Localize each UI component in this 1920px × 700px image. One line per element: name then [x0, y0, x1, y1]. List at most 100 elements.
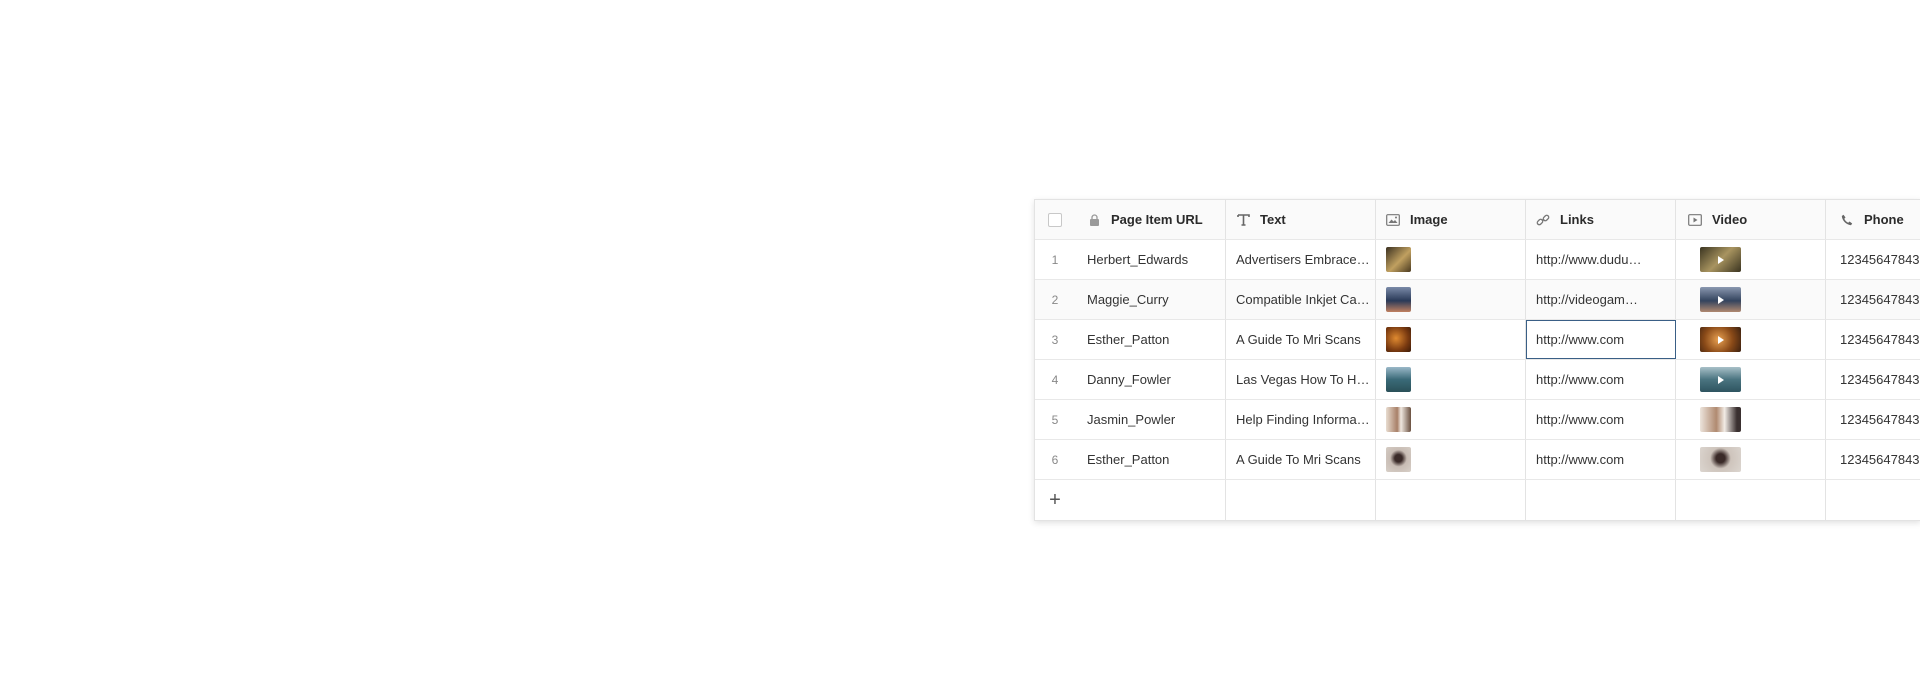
phone-value: 12345647843 [1840, 252, 1920, 267]
phone-cell[interactable]: 12345647843 [1826, 440, 1920, 479]
phone-value: 12345647843 [1840, 372, 1920, 387]
table-row[interactable]: 1 Herbert_Edwards Advertisers Embrace Ri… [1035, 240, 1920, 280]
video-icon [1688, 213, 1702, 227]
text-cell[interactable]: Las Vegas How To Have Fun [1226, 360, 1376, 399]
url-cell[interactable]: Herbert_Edwards [1075, 240, 1226, 279]
video-cell[interactable] [1676, 280, 1826, 319]
table-row[interactable]: 2 Maggie_Curry Compatible Inkjet Cartrid… [1035, 280, 1920, 320]
empty-cell [1526, 480, 1676, 520]
video-thumbnail[interactable] [1700, 327, 1741, 352]
text-cell[interactable]: Help Finding Information Online [1226, 400, 1376, 439]
phone-value: 12345647843 [1840, 332, 1920, 347]
column-label: Page Item URL [1111, 212, 1203, 227]
empty-cell [1226, 480, 1376, 520]
video-thumbnail[interactable] [1700, 367, 1741, 392]
add-row-button[interactable]: + [1035, 480, 1075, 520]
url-value: Esther_Patton [1087, 452, 1170, 467]
link-value: http://www.com [1536, 332, 1625, 347]
text-value: Las Vegas How To Have Fun [1236, 372, 1372, 387]
link-cell[interactable]: http://www.com [1526, 360, 1676, 399]
row-index: 3 [1051, 332, 1059, 347]
image-cell[interactable] [1376, 280, 1526, 319]
add-row[interactable]: + [1035, 480, 1920, 520]
image-cell[interactable] [1376, 320, 1526, 359]
empty-cell [1676, 480, 1826, 520]
text-cell[interactable]: Advertisers Embrace Rich Media Online [1226, 240, 1376, 279]
phone-cell[interactable]: 12345647843 [1826, 280, 1920, 319]
url-cell[interactable]: Esther_Patton [1075, 320, 1226, 359]
plus-icon[interactable]: + [1049, 489, 1061, 512]
url-value: Danny_Fowler [1087, 372, 1171, 387]
column-header-text[interactable]: Text [1226, 200, 1376, 239]
phone-cell[interactable]: 12345647843 [1826, 240, 1920, 279]
image-cell[interactable] [1376, 240, 1526, 279]
link-value: http://www.com [1536, 452, 1625, 467]
select-all-cell[interactable] [1035, 200, 1075, 239]
image-thumbnail[interactable] [1386, 327, 1411, 352]
row-index: 6 [1051, 452, 1059, 467]
phone-value: 12345647843 [1840, 412, 1920, 427]
row-index: 4 [1051, 372, 1059, 387]
phone-cell[interactable]: 12345647843 [1826, 360, 1920, 399]
play-icon [1717, 335, 1724, 344]
column-header-image[interactable]: Image [1376, 200, 1526, 239]
table-row[interactable]: 5 Jasmin_Powler Help Finding Information… [1035, 400, 1920, 440]
video-cell[interactable] [1676, 240, 1826, 279]
text-value: Advertisers Embrace Rich Media Online [1236, 252, 1372, 267]
column-label: Links [1560, 212, 1594, 227]
link-cell[interactable]: http://www.dudumenus.com [1526, 240, 1676, 279]
link-cell[interactable]: http://videogames.com [1526, 280, 1676, 319]
link-cell-selected[interactable]: http://www.com [1526, 320, 1676, 359]
play-icon [1717, 375, 1724, 384]
video-cell[interactable] [1676, 320, 1826, 359]
video-thumbnail[interactable] [1700, 407, 1741, 432]
image-thumbnail[interactable] [1386, 407, 1411, 432]
video-thumbnail[interactable] [1700, 447, 1741, 472]
phone-cell[interactable]: 12345647843 [1826, 320, 1920, 359]
table-row[interactable]: 6 Esther_Patton A Guide To Mri Scans htt… [1035, 440, 1920, 480]
url-cell[interactable]: Jasmin_Powler [1075, 400, 1226, 439]
link-cell[interactable]: http://www.com [1526, 400, 1676, 439]
text-value: Compatible Inkjet Cartridge [1236, 292, 1372, 307]
link-value: http://videogames.com [1536, 292, 1644, 307]
image-thumbnail[interactable] [1386, 247, 1411, 272]
url-cell[interactable]: Danny_Fowler [1075, 360, 1226, 399]
video-thumbnail[interactable] [1700, 247, 1741, 272]
image-thumbnail[interactable] [1386, 447, 1411, 472]
image-thumbnail[interactable] [1386, 367, 1411, 392]
url-value: Maggie_Curry [1087, 292, 1169, 307]
image-cell[interactable] [1376, 360, 1526, 399]
link-value: http://www.dudumenus.com [1536, 252, 1644, 267]
image-thumbnail[interactable] [1386, 287, 1411, 312]
text-value: A Guide To Mri Scans [1236, 332, 1361, 347]
column-header-phone[interactable]: Phone [1826, 200, 1920, 239]
link-value: http://www.com [1536, 412, 1625, 427]
column-header-links[interactable]: Links [1526, 200, 1676, 239]
link-cell[interactable]: http://www.com [1526, 440, 1676, 479]
text-value: Help Finding Information Online [1236, 412, 1372, 427]
text-value: A Guide To Mri Scans [1236, 452, 1361, 467]
url-value: Jasmin_Powler [1087, 412, 1176, 427]
table-row[interactable]: 3 Esther_Patton A Guide To Mri Scans htt… [1035, 320, 1920, 360]
column-header-url[interactable]: Page Item URL [1075, 200, 1226, 239]
phone-icon [1840, 213, 1854, 227]
table-row[interactable]: 4 Danny_Fowler Las Vegas How To Have Fun… [1035, 360, 1920, 400]
image-cell[interactable] [1376, 400, 1526, 439]
video-cell[interactable] [1676, 440, 1826, 479]
video-cell[interactable] [1676, 400, 1826, 439]
video-cell[interactable] [1676, 360, 1826, 399]
text-cell[interactable]: Compatible Inkjet Cartridge [1226, 280, 1376, 319]
link-value: http://www.com [1536, 372, 1625, 387]
column-label: Video [1712, 212, 1748, 227]
column-header-video[interactable]: Video [1676, 200, 1826, 239]
empty-cell [1826, 480, 1920, 520]
video-thumbnail[interactable] [1700, 287, 1741, 312]
text-cell[interactable]: A Guide To Mri Scans [1226, 440, 1376, 479]
text-cell[interactable]: A Guide To Mri Scans [1226, 320, 1376, 359]
phone-cell[interactable]: 12345647843 [1826, 400, 1920, 439]
image-cell[interactable] [1376, 440, 1526, 479]
url-cell[interactable]: Maggie_Curry [1075, 280, 1226, 319]
url-cell[interactable]: Esther_Patton [1075, 440, 1226, 479]
select-all-checkbox[interactable] [1048, 212, 1062, 227]
column-label: Phone [1864, 212, 1904, 227]
